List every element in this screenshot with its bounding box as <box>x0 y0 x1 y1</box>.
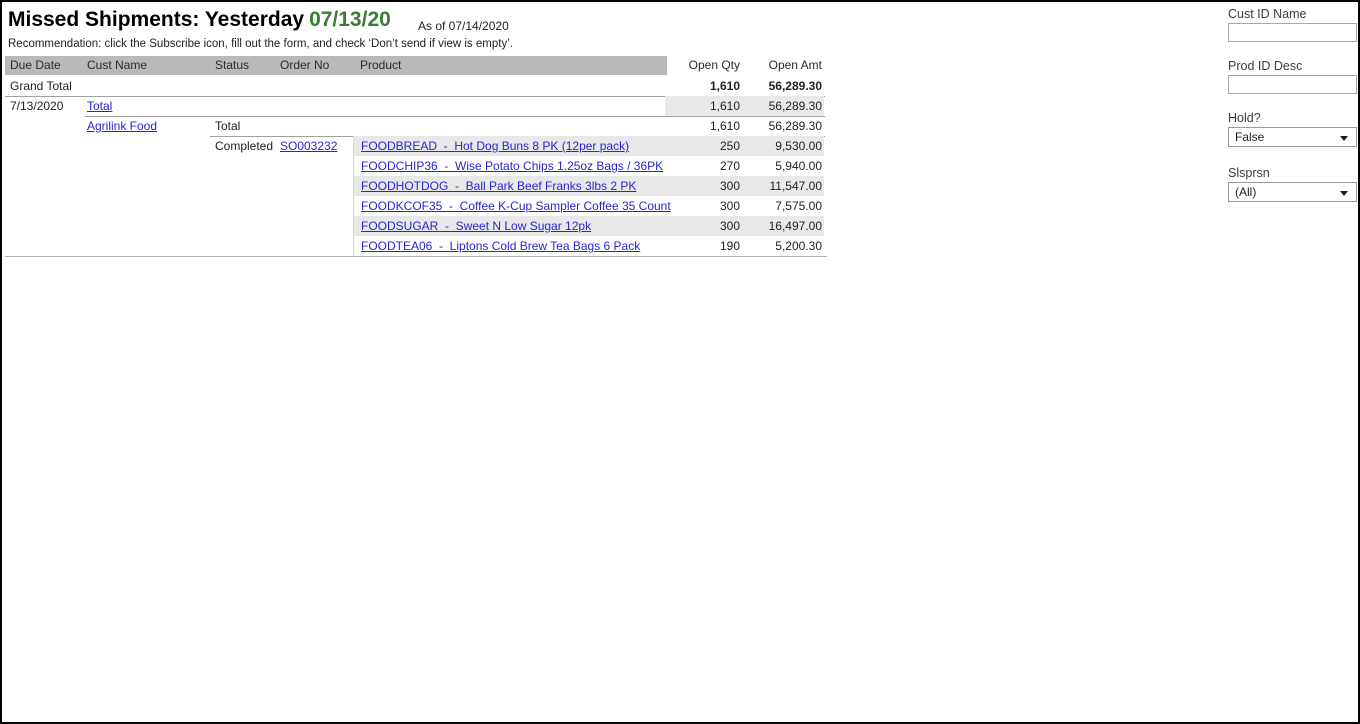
cust-id-name-label: Cust ID Name <box>1228 7 1307 21</box>
table-row: FOODKCOF35 - Coffee K-Cup Sampler Coffee… <box>2 196 1358 216</box>
product-link[interactable]: FOODCHIP36 - Wise Potato Chips 1.25oz Ba… <box>361 156 663 176</box>
table-row: Completed SO003232 FOODBREAD - Hot Dog B… <box>2 136 1358 156</box>
table-row: FOODHOTDOG - Ball Park Beef Franks 3lbs … <box>2 176 1358 196</box>
col-header-product[interactable]: Product <box>360 56 401 75</box>
date-total-row: 7/13/2020 Total 1,610 56,289.30 <box>2 96 1358 116</box>
product-link[interactable]: FOODTEA06 - Liptons Cold Brew Tea Bags 6… <box>361 236 640 256</box>
slsprsn-filter-label: Slsprsn <box>1228 166 1270 180</box>
status-value: Completed <box>215 136 273 156</box>
product-link[interactable]: FOODSUGAR - Sweet N Low Sugar 12pk <box>361 216 591 236</box>
chevron-down-icon <box>1340 136 1348 141</box>
product-link[interactable]: FOODBREAD - Hot Dog Buns 8 PK (12per pac… <box>361 136 629 156</box>
hold-filter-label: Hold? <box>1228 111 1261 125</box>
col-header-status[interactable]: Status <box>215 56 249 75</box>
grand-total-amt: 56,289.30 <box>702 76 822 96</box>
recommendation-text: Recommendation: click the Subscribe icon… <box>8 38 513 50</box>
page-title-text: Missed Shipments: Yesterday <box>8 8 304 31</box>
prod-id-desc-input[interactable] <box>1228 75 1357 94</box>
col-header-order-no[interactable]: Order No <box>280 56 329 75</box>
slsprsn-dropdown[interactable]: (All) <box>1228 182 1357 202</box>
table-row: FOODTEA06 - Liptons Cold Brew Tea Bags 6… <box>2 236 1358 256</box>
col-header-open-amt[interactable]: Open Amt <box>702 56 822 75</box>
table-row: FOODCHIP36 - Wise Potato Chips 1.25oz Ba… <box>2 156 1358 176</box>
open-amt-value: 11,547.00 <box>702 176 822 196</box>
cust-id-name-input[interactable] <box>1228 23 1357 42</box>
product-link[interactable]: FOODKCOF35 - Coffee K-Cup Sampler Coffee… <box>361 196 671 216</box>
prod-id-desc-label: Prod ID Desc <box>1228 59 1302 73</box>
customer-total-row: Agrilink Food Total 1,610 56,289.30 <box>2 116 1358 136</box>
date-total-link[interactable]: Total <box>87 96 112 116</box>
page-title: Missed Shipments: Yesterday07/13/20 <box>8 8 391 32</box>
slsprsn-dropdown-value: (All) <box>1235 185 1256 199</box>
table-bottom-border <box>5 256 827 257</box>
col-header-cust-name[interactable]: Cust Name <box>87 56 147 75</box>
open-amt-value: 5,940.00 <box>702 156 822 176</box>
open-amt-value: 16,497.00 <box>702 216 822 236</box>
hold-dropdown-value: False <box>1235 130 1264 144</box>
missed-shipments-dashboard: Missed Shipments: Yesterday07/13/20 As o… <box>0 0 1360 724</box>
date-total-amt: 56,289.30 <box>702 96 822 116</box>
table-row: FOODSUGAR - Sweet N Low Sugar 12pk 300 1… <box>2 216 1358 236</box>
open-amt-value: 7,575.00 <box>702 196 822 216</box>
open-amt-value: 5,200.30 <box>702 236 822 256</box>
col-header-due-date[interactable]: Due Date <box>10 56 61 75</box>
customer-total-amt: 56,289.30 <box>702 116 822 136</box>
hold-dropdown[interactable]: False <box>1228 127 1357 147</box>
chevron-down-icon <box>1340 191 1348 196</box>
title-date: 07/13/20 <box>309 8 391 31</box>
due-date-value: 7/13/2020 <box>10 96 63 116</box>
as-of-label: As of 07/14/2020 <box>418 19 509 33</box>
product-link[interactable]: FOODHOTDOG - Ball Park Beef Franks 3lbs … <box>361 176 636 196</box>
grand-total-label: Grand Total <box>10 76 72 96</box>
open-amt-value: 9,530.00 <box>702 136 822 156</box>
order-no-link[interactable]: SO003232 <box>280 136 337 156</box>
customer-total-label: Total <box>215 116 240 136</box>
grand-total-row: Grand Total 1,610 56,289.30 <box>2 76 1358 96</box>
customer-name-link[interactable]: Agrilink Food <box>87 116 157 136</box>
